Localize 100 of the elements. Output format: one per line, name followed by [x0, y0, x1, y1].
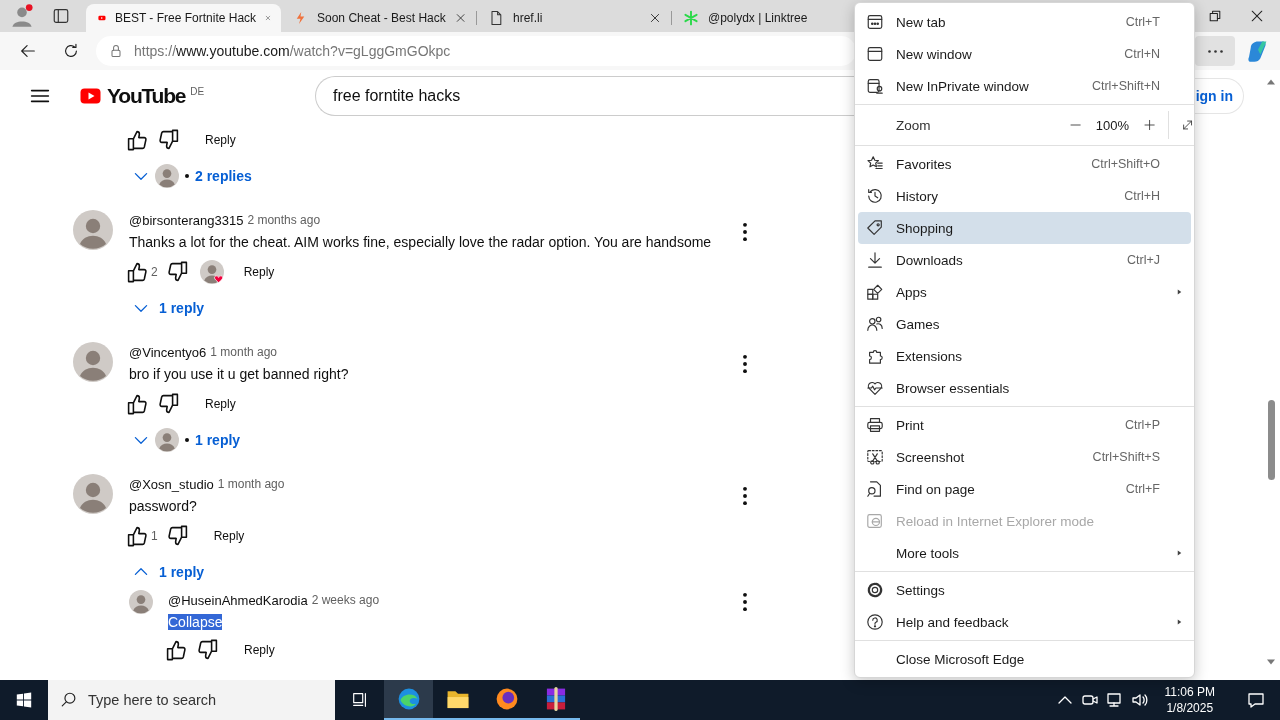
comment-time: 1 month ago — [217, 477, 285, 491]
apps-icon — [866, 283, 884, 301]
menu-item[interactable]: Browser essentials — [858, 372, 1191, 404]
comment-time: 2 months ago — [247, 213, 321, 227]
scroll-down-icon[interactable] — [1266, 657, 1276, 667]
new-window-icon — [866, 45, 884, 63]
zoom-level: 100% — [1095, 117, 1129, 133]
profile-icon[interactable] — [10, 4, 34, 28]
people-icon — [866, 315, 884, 333]
submenu-arrow-icon — [1176, 548, 1183, 558]
menu-item[interactable]: Downloads Ctrl+J — [858, 244, 1191, 276]
menu-item[interactable]: Close Microsoft Edge — [858, 643, 1191, 675]
comment-text: password? — [129, 498, 197, 514]
reply-button[interactable]: Reply — [231, 265, 287, 279]
avatar — [129, 590, 153, 614]
shortcut-text: Ctrl+Shift+N — [1091, 79, 1160, 93]
private-window-icon — [866, 77, 884, 95]
download-icon — [866, 251, 884, 269]
shortcut-text: Ctrl+T — [1125, 15, 1160, 29]
scrollbar-thumb[interactable] — [1267, 400, 1275, 480]
puzzle-icon — [866, 347, 884, 365]
avatar — [73, 210, 113, 250]
shortcut-text: Ctrl+F — [1125, 482, 1160, 496]
menu-item[interactable]: History Ctrl+H — [858, 180, 1191, 212]
menu-item[interactable]: Shopping — [858, 212, 1191, 244]
comment-text: bro if you use it u get banned right? — [129, 366, 349, 382]
zoom-label: Zoom — [896, 117, 931, 133]
scroll-up-icon[interactable] — [1266, 77, 1276, 87]
menu-item[interactable]: Games — [858, 308, 1191, 340]
menu-item[interactable]: Settings — [858, 574, 1191, 606]
reply-button[interactable]: Reply — [193, 397, 248, 411]
menu-item[interactable]: New tab Ctrl+T — [858, 6, 1191, 38]
heart-pulse-icon — [866, 379, 884, 397]
settings-icon — [866, 581, 884, 599]
browser-tab[interactable]: Soon Cheat - Best Hack — [281, 4, 476, 32]
logo-link[interactable]: YouTube DE — [76, 84, 315, 108]
shortcut-text: Ctrl+P — [1124, 418, 1160, 432]
clock-time[interactable]: 11:06 PM — [1164, 684, 1215, 700]
replies-link[interactable]: 1 reply — [159, 564, 205, 580]
browser-tab[interactable]: BEST - Free Fortnite Hack — [86, 4, 281, 32]
lock-icon — [108, 43, 124, 59]
taskbar-app-button[interactable] — [384, 680, 433, 720]
like-count: 2 — [151, 265, 158, 279]
bullet-icon — [185, 438, 189, 442]
vertical-tabs-icon[interactable] — [52, 7, 70, 25]
shortcut-text: Ctrl+Shift+O — [1091, 157, 1160, 171]
menu-item[interactable]: Favorites Ctrl+Shift+O — [858, 148, 1191, 180]
refresh-icon[interactable] — [62, 42, 80, 60]
menu-item[interactable]: Print Ctrl+P — [858, 409, 1191, 441]
shortcut-text: Ctrl+N — [1124, 47, 1160, 61]
address-bar[interactable]: https://www.youtube.com/watch?v=gLggGmGOkpc — [96, 36, 856, 66]
menu-item[interactable]: Help and feedback — [858, 606, 1191, 638]
avatar — [73, 342, 113, 382]
avatar — [73, 474, 113, 514]
like-count: 1 — [151, 529, 158, 543]
shortcut-text: Ctrl+Shift+S — [1092, 450, 1160, 464]
menu-item[interactable]: Extensions — [858, 340, 1191, 372]
new-tab-icon — [866, 13, 884, 31]
replies-link[interactable]: 1 reply — [195, 432, 241, 448]
comment-time: 2 weeks ago — [311, 593, 380, 607]
replies-link[interactable]: 1 reply — [159, 300, 205, 316]
tag-icon — [866, 219, 884, 237]
browser-tab[interactable]: href.li — [476, 4, 671, 32]
menu-item[interactable]: Find on page Ctrl+F — [858, 473, 1191, 505]
bullet-icon — [185, 174, 189, 178]
screenshot-icon — [866, 448, 884, 466]
clock-date[interactable]: 1/8/2025 — [1166, 700, 1214, 716]
comment-author[interactable]: @HuseinAhmedKarodia — [168, 592, 308, 608]
menu-item[interactable]: More tools — [858, 537, 1191, 569]
search-icon — [60, 691, 78, 709]
menu-item[interactable]: Screenshot Ctrl+Shift+S — [858, 441, 1191, 473]
replies-link[interactable]: 2 replies — [195, 168, 252, 184]
browser-tab[interactable]: @polydx | Linktree — [671, 4, 848, 32]
reply-button[interactable]: Reply — [193, 133, 248, 147]
comment-time: 1 month ago — [210, 345, 277, 359]
reply-button[interactable]: Reply — [232, 643, 287, 657]
asterisk-icon — [683, 10, 699, 26]
menu-item[interactable]: New InPrivate window Ctrl+Shift+N — [858, 70, 1191, 102]
task-view-icon[interactable] — [350, 691, 369, 709]
start-icon[interactable] — [15, 691, 33, 709]
back-icon[interactable] — [19, 42, 37, 60]
more-icon — [1207, 49, 1223, 53]
comment-text: Thanks a lot for the cheat. AIM works fine, especially love the radar option. You are handsome — [129, 234, 712, 250]
browser-logo-icon — [866, 512, 884, 530]
close-icon[interactable] — [649, 12, 661, 24]
notification-icon[interactable] — [1246, 690, 1266, 710]
search-field[interactable]: Type here to search — [48, 680, 335, 720]
menu-item[interactable]: Apps — [858, 276, 1191, 308]
comment-author[interactable]: @Xosn_studio — [129, 476, 214, 492]
comment-author[interactable]: @birsonterang3315 — [129, 212, 244, 228]
submenu-arrow-icon — [1176, 617, 1183, 627]
submenu-arrow-icon — [1176, 287, 1183, 297]
comment-text: Collapse — [168, 614, 223, 630]
region-label: DE — [190, 86, 205, 97]
shortcut-text: Ctrl+H — [1124, 189, 1160, 203]
reply-button[interactable]: Reply — [201, 529, 257, 543]
printer-icon — [866, 416, 884, 434]
menu-item[interactable]: New window Ctrl+N — [858, 38, 1191, 70]
shortcut-text: Ctrl+J — [1127, 253, 1160, 267]
comment-author[interactable]: @Vincentyo6 — [129, 344, 207, 360]
